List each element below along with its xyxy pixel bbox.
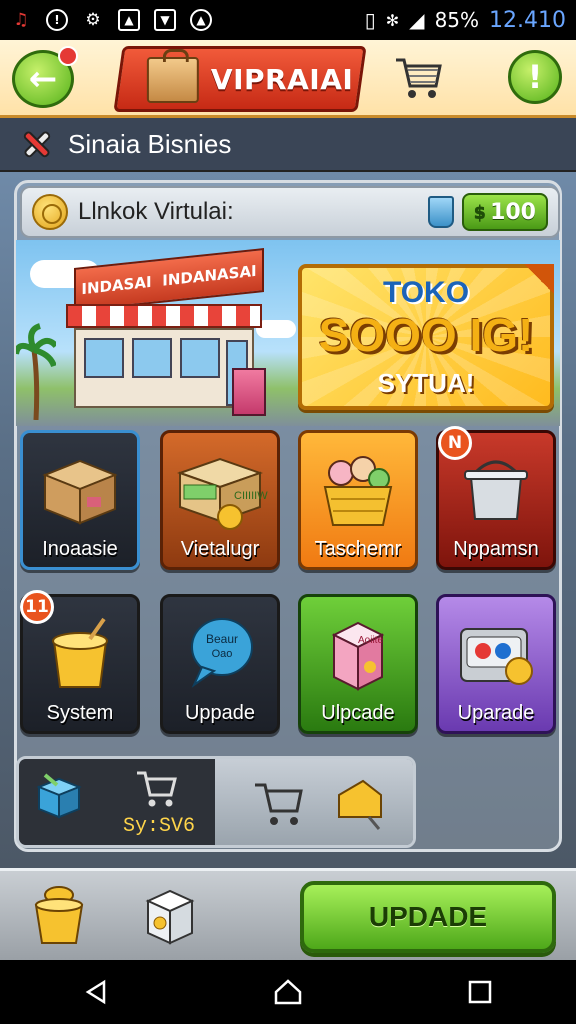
tile-badge: 11 — [20, 590, 54, 624]
nav-recents-button[interactable] — [458, 970, 502, 1014]
cash-counter[interactable]: $ 100 — [461, 193, 548, 231]
svg-text:Aoiite: Aoiite — [358, 635, 383, 646]
signal-icon: ◢ — [409, 8, 425, 32]
fruit-basket-icon — [323, 456, 393, 526]
shopbar-left: Sy:SV6 — [19, 759, 215, 845]
nav-home-button[interactable] — [266, 970, 310, 1014]
cash-bill-icon: $ — [473, 201, 487, 223]
promo-line3: SYTUA! — [377, 368, 475, 398]
alert-icon: ! — [46, 9, 68, 31]
shop-awning — [66, 304, 262, 328]
image-icon: ▲ — [118, 9, 140, 31]
section-title: Sinaia Bisnies — [68, 128, 232, 159]
cash-amount: 100 — [490, 199, 536, 225]
system-nav-bar — [0, 960, 576, 1024]
shopping-bar[interactable]: Sy:SV6 — [16, 756, 416, 848]
cheese-tag-icon — [338, 779, 382, 830]
nfc-icon: ▲ — [190, 9, 212, 31]
shop-sign-left: INDASAI — [81, 272, 152, 299]
battery-level: 85% — [434, 8, 480, 32]
gift-box-icon — [36, 773, 82, 819]
clock: 12.410 — [489, 7, 566, 33]
info-button[interactable]: ! — [508, 50, 562, 104]
cup-icon — [427, 196, 454, 228]
shop-window — [180, 338, 220, 378]
shop-front — [74, 328, 254, 408]
top-header: ← VIPRAIAI ! — [0, 40, 576, 118]
machine-coin-icon — [460, 628, 533, 685]
vibrate-icon: ▯ — [364, 8, 376, 32]
nav-recents-icon — [468, 980, 492, 1004]
tile-upgrade-milk[interactable]: Aoiite Ulpcade — [298, 594, 418, 734]
exclamation-icon: ! — [527, 58, 543, 96]
yogurt-cup-icon — [52, 617, 108, 688]
shop-sign: INDASAI INDANASAI — [74, 248, 264, 312]
tile-label: Nppamsn — [453, 538, 539, 560]
cardboard-box-icon — [42, 459, 118, 525]
settings-gear-icon: ⚙ — [85, 10, 101, 30]
back-arrow-icon: ← — [28, 59, 58, 99]
title-ribbon: VIPRAIAI — [113, 46, 367, 112]
bluetooth-icon: ✻ — [385, 10, 400, 30]
tile-label: Taschemr — [314, 538, 402, 560]
shop-window — [84, 338, 124, 378]
virtual-currency-bar: Llnkok Virtulai: $ 100 — [20, 186, 560, 238]
shopping-cart-icon — [137, 771, 177, 807]
promo-banner[interactable]: TOKO SOOO IG! SYTUA! — [298, 264, 554, 410]
tile-badge: N — [438, 426, 472, 460]
shopping-cart-icon — [255, 783, 303, 825]
milk-carton-icon: Aoiite — [331, 621, 385, 691]
honey-jar-icon[interactable] — [30, 881, 88, 947]
coin-icon — [32, 194, 68, 230]
tile-label: Uparade — [457, 702, 535, 724]
status-bar: ♫ ! ⚙ ▲ ▼ ▲ ▯ ✻ ◢ 85% 12.410 — [0, 0, 576, 40]
package-icon[interactable] — [142, 883, 198, 947]
package-box-icon — [146, 57, 199, 103]
shop-sign-right: INDANASAI — [162, 261, 257, 290]
vending-machine — [232, 368, 266, 416]
nav-home-icon — [274, 979, 302, 1005]
cooking-pot-icon — [464, 460, 528, 520]
svg-text:Oao: Oao — [212, 648, 233, 660]
palm-tree-icon — [16, 323, 56, 420]
notification-app-icon: ♫ — [13, 10, 29, 30]
page-title: VIPRAIAI — [210, 63, 354, 96]
shopbar-code: Sy:SV6 — [123, 815, 196, 838]
crate-text: CIIIIIW — [234, 490, 268, 502]
download-icon: ▼ — [154, 9, 176, 31]
notification-badge — [58, 46, 78, 66]
bottom-bar: UPDADE — [0, 868, 576, 960]
crate-coin-icon: CIIIIIW — [176, 457, 268, 530]
nav-back-button[interactable] — [74, 970, 118, 1014]
update-button[interactable]: UPDADE — [300, 881, 556, 953]
speech-bubble-icon: Beaur Oao — [191, 618, 253, 688]
tile-basket[interactable]: Taschemr — [298, 430, 418, 570]
tile-upgrade-chat[interactable]: Beaur Oao Uppade — [160, 594, 280, 734]
tile-label: Inoaasie — [42, 538, 118, 560]
shop-window — [132, 338, 172, 378]
tile-label: Vietalugr — [180, 538, 260, 560]
tools-wrench-icon — [23, 131, 51, 158]
promo-line2: SOOO IG! — [318, 309, 534, 361]
shopping-cart-icon[interactable] — [392, 52, 444, 104]
shopbar-right — [215, 759, 413, 845]
tile-label: System — [46, 702, 114, 724]
tile-label: Uppade — [184, 702, 256, 724]
virtual-label: Llnkok Virtulai: — [78, 198, 234, 225]
nav-back-icon — [85, 979, 106, 1005]
tile-label: Ulpcade — [321, 702, 395, 724]
promo-line1: TOKO — [382, 276, 470, 309]
svg-text:Beaur: Beaur — [206, 632, 238, 646]
tile-upgrade-machine[interactable]: Uparade — [436, 594, 556, 734]
tile-virtual-goods[interactable]: CIIIIIW Vietalugr — [160, 430, 280, 570]
section-header: Sinaia Bisnies — [0, 118, 576, 172]
tile-inventory[interactable]: Inoaasie — [20, 430, 140, 570]
